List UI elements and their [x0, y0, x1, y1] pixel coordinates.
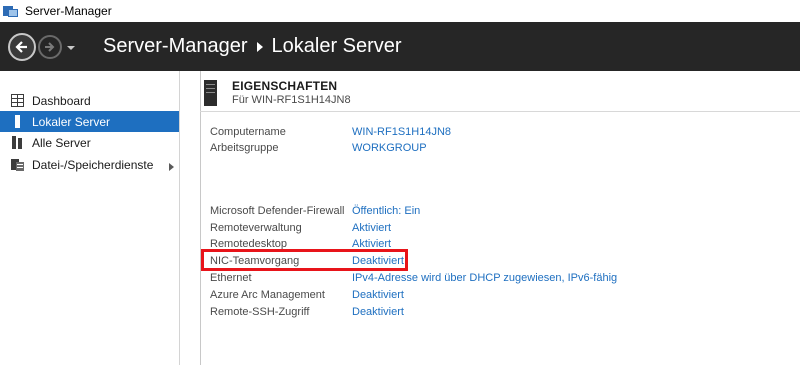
file-storage-icon	[11, 158, 24, 171]
sidebar-item-label: Datei-/Speicherdienste	[32, 157, 154, 172]
sidebar-item-file-storage[interactable]: Datei-/Speicherdienste	[0, 154, 179, 175]
local-server-icon	[11, 115, 24, 128]
dashboard-icon	[11, 94, 24, 107]
property-value-firewall[interactable]: Öffentlich: Ein	[352, 205, 420, 217]
sidebar-item-label: Dashboard	[32, 93, 91, 108]
properties-header-divider	[200, 111, 800, 112]
breadcrumb-root[interactable]: Server-Manager	[103, 35, 248, 58]
property-label-workgroup: Arbeitsgruppe	[210, 142, 279, 154]
breadcrumb-separator-icon	[256, 41, 263, 52]
content-panel-border	[200, 71, 201, 365]
property-label-firewall: Microsoft Defender-Firewall	[210, 205, 345, 217]
property-label-remote-ssh: Remote-SSH-Zugriff	[210, 306, 310, 318]
back-button[interactable]	[8, 32, 36, 61]
forward-button[interactable]	[38, 34, 62, 59]
property-label-remote-management: Remoteverwaltung	[210, 222, 302, 234]
property-value-remote-ssh[interactable]: Deaktiviert	[352, 306, 404, 318]
window-title: Server-Manager	[25, 4, 112, 18]
all-servers-icon	[11, 136, 24, 149]
breadcrumb: Server-Manager Lokaler Server	[103, 35, 402, 58]
property-value-ethernet[interactable]: IPv4-Adresse wird über DHCP zugewiesen, …	[352, 272, 617, 284]
server-manager-app-icon	[3, 4, 19, 18]
property-label-ethernet: Ethernet	[210, 272, 252, 284]
sidebar-item-all-servers[interactable]: Alle Server	[0, 132, 179, 153]
properties-title: EIGENSCHAFTEN	[232, 79, 338, 93]
navigation-sidebar: Dashboard Lokaler Server Alle Server Dat…	[0, 71, 180, 365]
property-label-azure-arc: Azure Arc Management	[210, 289, 325, 301]
property-value-remote-management[interactable]: Aktiviert	[352, 222, 391, 234]
expand-arrow-icon[interactable]	[169, 160, 174, 174]
history-dropdown-button[interactable]	[66, 38, 76, 56]
sidebar-item-local-server[interactable]: Lokaler Server	[0, 111, 179, 132]
window-title-bar: Server-Manager	[0, 0, 800, 22]
arrow-right-icon	[45, 41, 55, 52]
sidebar-item-label: Lokaler Server	[32, 114, 111, 129]
highlight-box-nic-teaming	[201, 249, 408, 271]
property-value-workgroup[interactable]: WORKGROUP	[352, 142, 427, 154]
property-value-computername[interactable]: WIN-RF1S1H14JN8	[352, 126, 451, 138]
properties-subtitle: Für WIN-RF1S1H14JN8	[232, 94, 351, 106]
chevron-down-icon	[67, 45, 75, 50]
arrow-left-icon	[15, 40, 27, 53]
server-tile-icon	[204, 80, 217, 106]
property-value-azure-arc[interactable]: Deaktiviert	[352, 289, 404, 301]
app-header: Server-Manager Lokaler Server	[0, 22, 800, 71]
property-label-computername: Computername	[210, 126, 286, 138]
breadcrumb-current: Lokaler Server	[271, 35, 402, 57]
sidebar-item-label: Alle Server	[32, 135, 91, 150]
sidebar-item-dashboard[interactable]: Dashboard	[0, 90, 179, 111]
